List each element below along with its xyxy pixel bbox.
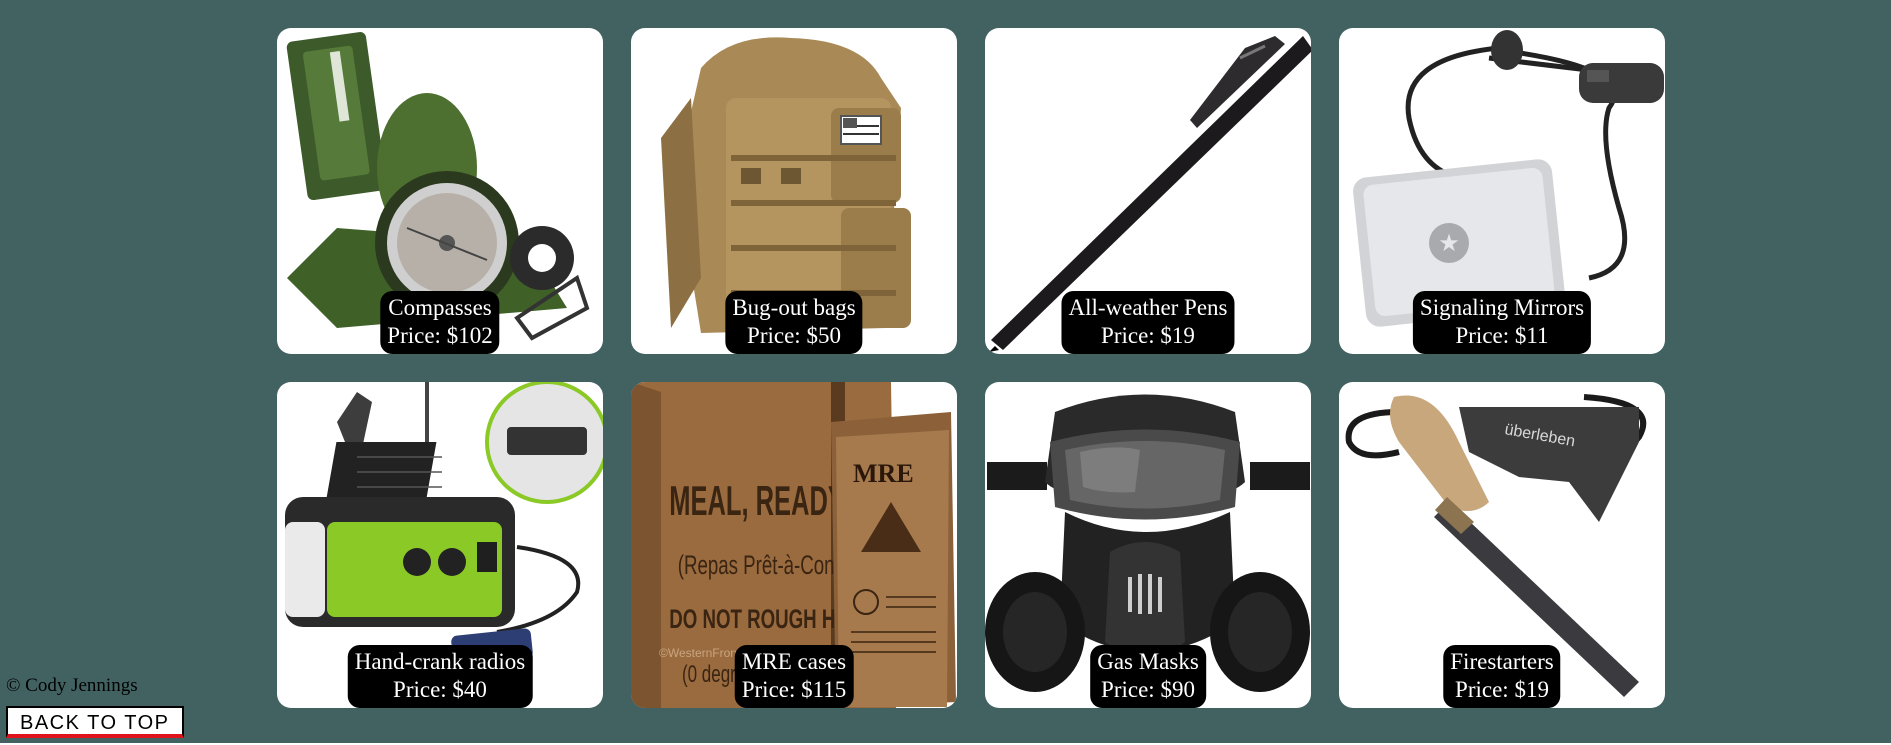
product-caption: Gas Masks Price: $90 <box>1090 645 1206 708</box>
svg-text:★: ★ <box>1438 229 1460 257</box>
product-price: Price: $50 <box>747 323 841 348</box>
product-name: Gas Masks <box>1097 649 1199 674</box>
page-background: Compasses Price: $102 Bug-out bags Price… <box>0 0 1891 743</box>
product-card-bug-out-bags[interactable]: Bug-out bags Price: $50 <box>631 28 957 354</box>
mre-pouch-text: MRE <box>853 459 914 488</box>
back-to-top-button[interactable]: Back to top <box>6 706 184 738</box>
product-card-firestarters[interactable]: überleben Firestarters Price: $19 <box>1339 382 1665 708</box>
mre-watermark: ©WesternFront <box>659 646 741 660</box>
product-price: Price: $19 <box>1455 677 1549 702</box>
product-name: Firestarters <box>1450 649 1554 674</box>
product-price: Price: $102 <box>387 323 493 348</box>
product-price: Price: $40 <box>393 677 487 702</box>
product-card-signaling-mirrors[interactable]: ★ Signaling Mirrors Price: $11 <box>1339 28 1665 354</box>
copyright-text: © Cody Jennings <box>6 675 138 696</box>
product-card-hand-crank-radios[interactable]: Hand-crank radios Price: $40 <box>277 382 603 708</box>
product-name: Signaling Mirrors <box>1419 295 1585 320</box>
product-name: Compasses <box>388 295 492 320</box>
product-name: Bug-out bags <box>732 295 856 320</box>
product-name: MRE cases <box>741 649 847 674</box>
product-price: Price: $11 <box>1455 323 1549 348</box>
product-caption: Signaling Mirrors Price: $11 <box>1412 291 1592 354</box>
product-price: Price: $90 <box>1101 677 1195 702</box>
product-card-compasses[interactable]: Compasses Price: $102 <box>277 28 603 354</box>
product-grid: Compasses Price: $102 Bug-out bags Price… <box>277 28 1665 708</box>
product-price: Price: $19 <box>1101 323 1195 348</box>
product-card-all-weather-pens[interactable]: All-weather Pens Price: $19 <box>985 28 1311 354</box>
product-caption: Compasses Price: $102 <box>380 291 500 354</box>
product-caption: All-weather Pens Price: $19 <box>1061 291 1235 354</box>
product-caption: Bug-out bags Price: $50 <box>725 291 863 354</box>
product-price: Price: $115 <box>741 677 847 702</box>
product-card-gas-masks[interactable]: Gas Masks Price: $90 <box>985 382 1311 708</box>
product-card-mre-cases[interactable]: MEAL, READY-TO-EAT, IN (Repas Prêt-à-Con… <box>631 382 957 708</box>
product-caption: MRE cases Price: $115 <box>734 645 854 708</box>
product-name: Hand-crank radios <box>354 649 526 674</box>
product-caption: Hand-crank radios Price: $40 <box>347 645 533 708</box>
product-caption: Firestarters Price: $19 <box>1443 645 1561 708</box>
product-name: All-weather Pens <box>1068 295 1228 320</box>
